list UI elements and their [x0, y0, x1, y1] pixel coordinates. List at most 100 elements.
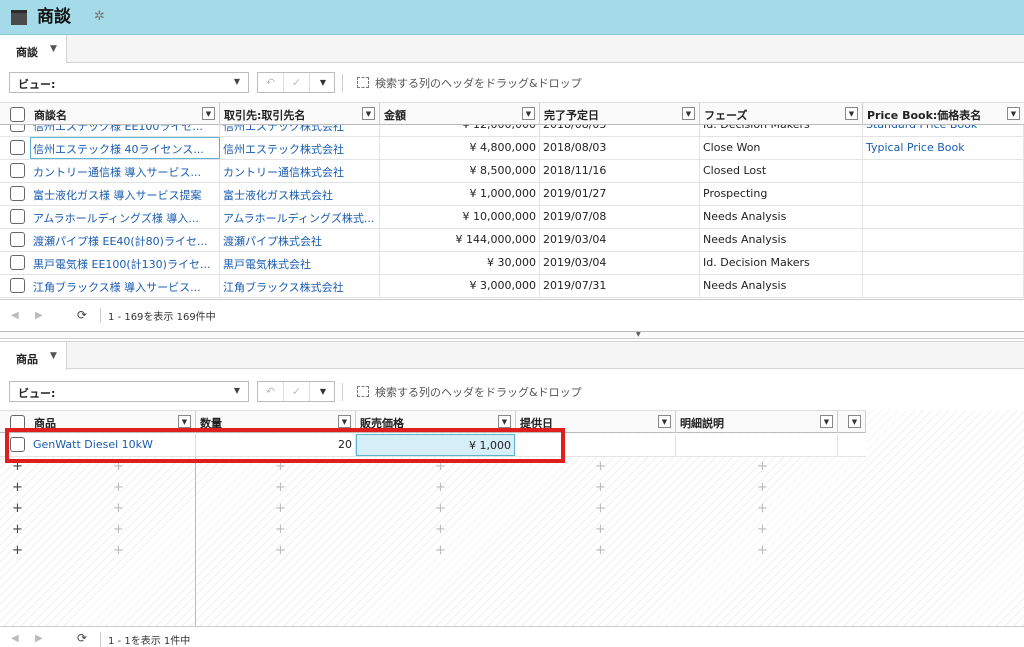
filter-icon[interactable]: ▼: [522, 107, 535, 120]
add-cell-icon[interactable]: +: [435, 502, 446, 516]
amount-cell[interactable]: ¥ 1,000,000: [380, 183, 540, 205]
filter-icon[interactable]: ▼: [178, 415, 191, 428]
filter-icon[interactable]: ▼: [498, 415, 511, 428]
add-cell-icon[interactable]: +: [435, 481, 446, 495]
refresh-icon[interactable]: ⟳: [77, 631, 87, 645]
price-book-cell[interactable]: [863, 275, 1024, 297]
filter-icon[interactable]: ▼: [848, 415, 861, 428]
close-date-cell[interactable]: 2019/01/27: [540, 183, 700, 205]
phase-cell[interactable]: Closed Lost: [700, 160, 863, 182]
phase-cell[interactable]: Id. Decision Makers: [700, 125, 863, 136]
filter-icon[interactable]: ▼: [362, 107, 375, 120]
add-cell-icon[interactable]: +: [275, 544, 286, 558]
close-date-cell[interactable]: 2018/08/03: [540, 137, 700, 159]
add-row-icon[interactable]: +: [12, 481, 23, 495]
account-name-cell[interactable]: 富士液化ガス株式会社: [220, 183, 380, 205]
check-icon[interactable]: ✓: [284, 73, 310, 92]
row-checkbox[interactable]: [10, 255, 25, 270]
chevron-down-icon[interactable]: ▼: [310, 382, 336, 401]
price-book-cell[interactable]: Standard Price Book: [863, 125, 1024, 136]
filter-icon[interactable]: ▼: [658, 415, 671, 428]
amount-cell[interactable]: ¥ 3,000,000: [380, 275, 540, 297]
add-cell-icon[interactable]: +: [595, 481, 606, 495]
amount-cell[interactable]: ¥ 8,500,000: [380, 160, 540, 182]
add-cell-icon[interactable]: +: [757, 502, 768, 516]
row-checkbox[interactable]: [10, 125, 25, 132]
account-name-cell[interactable]: 江角ブラックス株式会社: [220, 275, 380, 297]
add-cell-icon[interactable]: +: [757, 544, 768, 558]
add-cell-icon[interactable]: +: [435, 523, 446, 537]
amount-cell[interactable]: ¥ 144,000,000: [380, 229, 540, 251]
account-name-cell[interactable]: 黒戸電気株式会社: [220, 252, 380, 274]
chevron-down-icon[interactable]: ▼: [50, 351, 57, 361]
next-page-icon[interactable]: ▶: [35, 633, 43, 644]
add-cell-icon[interactable]: +: [275, 523, 286, 537]
column-header[interactable]: 金額 ▼: [380, 103, 540, 125]
table-row[interactable]: 渡瀬パイプ様 EE40(計80)ライセ... 渡瀬パイプ株式会社 ¥ 144,000…: [0, 229, 1024, 252]
amount-cell[interactable]: ¥ 30,000: [380, 252, 540, 274]
tab-product[interactable]: 商品 ▼: [0, 342, 67, 370]
select-all-checkbox[interactable]: [10, 107, 25, 122]
add-cell-icon[interactable]: +: [275, 502, 286, 516]
add-cell-icon[interactable]: +: [113, 481, 124, 495]
add-cell-icon[interactable]: +: [757, 481, 768, 495]
add-cell-icon[interactable]: +: [113, 523, 124, 537]
prev-page-icon[interactable]: ◀: [11, 633, 19, 644]
row-checkbox[interactable]: [10, 163, 25, 178]
price-book-cell[interactable]: [863, 252, 1024, 274]
account-name-cell[interactable]: 信州エステック株式会社: [220, 137, 380, 159]
filter-icon[interactable]: ▼: [338, 415, 351, 428]
account-name-cell[interactable]: 渡瀬パイプ株式会社: [220, 229, 380, 251]
refresh-icon[interactable]: ⟳: [77, 308, 87, 322]
column-header[interactable]: 商談名 ▼: [30, 103, 220, 125]
add-cell-icon[interactable]: +: [757, 523, 768, 537]
price-book-cell[interactable]: Typical Price Book: [863, 137, 1024, 159]
phase-cell[interactable]: Prospecting: [700, 183, 863, 205]
check-icon[interactable]: ✓: [284, 382, 310, 401]
close-date-cell[interactable]: 2018/11/16: [540, 160, 700, 182]
opportunity-name-cell[interactable]: 信州エステック様 EE100ライセ...: [30, 125, 220, 136]
add-cell-icon[interactable]: +: [595, 460, 606, 474]
opportunity-name-cell[interactable]: アムラホールディングズ様 導入...: [30, 206, 220, 228]
account-name-cell[interactable]: アムラホールディングズ株式...: [220, 206, 380, 228]
prev-page-icon[interactable]: ◀: [11, 310, 19, 321]
opportunity-name-cell[interactable]: カントリー通信様 導入サービス...: [30, 160, 220, 182]
add-cell-icon[interactable]: +: [275, 481, 286, 495]
add-cell-icon[interactable]: +: [113, 502, 124, 516]
row-checkbox[interactable]: [10, 232, 25, 247]
filter-icon[interactable]: ▼: [820, 415, 833, 428]
table-row[interactable]: 江角ブラックス様 導入サービス... 江角ブラックス株式会社 ¥ 3,000,000…: [0, 275, 1024, 298]
table-row[interactable]: 信州エステック様 40ライセンス... 信州エステック株式会社 ¥ 4,800,00…: [0, 137, 1024, 160]
close-date-cell[interactable]: 2018/08/03: [540, 125, 700, 136]
column-header[interactable]: 取引先:取引先名 ▼: [220, 103, 380, 125]
chevron-down-icon[interactable]: ▼: [50, 44, 57, 54]
add-row-icon[interactable]: +: [12, 544, 23, 558]
column-header[interactable]: Price Book:価格表名 ▼: [863, 103, 1024, 125]
row-checkbox[interactable]: [10, 140, 25, 155]
column-header[interactable]: フェーズ ▼: [700, 103, 863, 125]
phase-cell[interactable]: Needs Analysis: [700, 275, 863, 297]
add-cell-icon[interactable]: +: [595, 544, 606, 558]
table-row[interactable]: アムラホールディングズ様 導入... アムラホールディングズ株式... ¥ 10,0…: [0, 206, 1024, 229]
view-select[interactable]: ビュー: ▼: [9, 72, 249, 93]
close-date-cell[interactable]: 2019/03/04: [540, 252, 700, 274]
filter-icon[interactable]: ▼: [682, 107, 695, 120]
opportunity-name-cell[interactable]: 渡瀬パイプ様 EE40(計80)ライセ...: [30, 229, 220, 251]
close-date-cell[interactable]: 2019/07/31: [540, 275, 700, 297]
add-cell-icon[interactable]: +: [595, 523, 606, 537]
phase-cell[interactable]: Close Won: [700, 137, 863, 159]
filter-icon[interactable]: ▼: [845, 107, 858, 120]
table-row[interactable]: 富士液化ガス様 導入サービス提案 富士液化ガス株式会社 ¥ 1,000,000 201…: [0, 183, 1024, 206]
next-page-icon[interactable]: ▶: [35, 310, 43, 321]
phase-cell[interactable]: Needs Analysis: [700, 229, 863, 251]
price-book-cell[interactable]: [863, 206, 1024, 228]
column-header[interactable]: 完了予定日 ▼: [540, 103, 700, 125]
opportunity-name-cell[interactable]: 江角ブラックス様 導入サービス...: [30, 275, 220, 297]
close-date-cell[interactable]: 2019/03/04: [540, 229, 700, 251]
column-header[interactable]: 明細説明 ▼: [676, 411, 838, 433]
splitter[interactable]: ▼: [0, 331, 1024, 339]
add-cell-icon[interactable]: +: [595, 502, 606, 516]
price-book-cell[interactable]: [863, 183, 1024, 205]
opportunity-name-cell[interactable]: 信州エステック様 40ライセンス...: [30, 137, 220, 159]
undo-icon[interactable]: ↶: [258, 73, 284, 92]
